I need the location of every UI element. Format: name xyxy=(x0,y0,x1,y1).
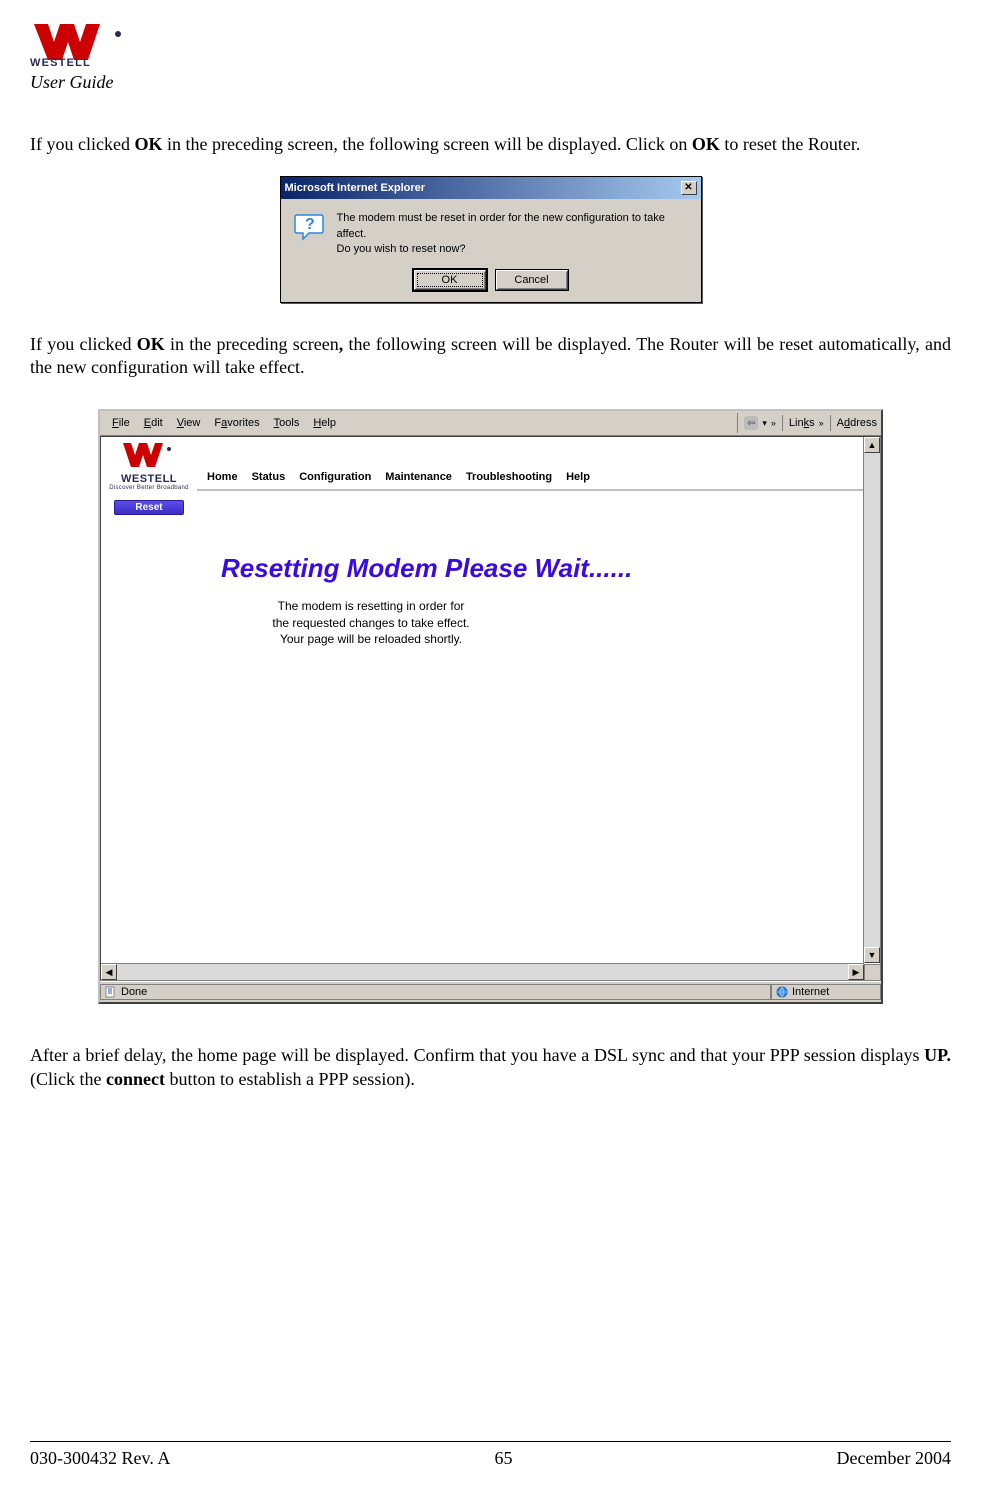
page-footer: 030-300432 Rev. A 65 December 2004 xyxy=(30,1433,951,1469)
text: If you clicked xyxy=(30,334,137,354)
browser-content-area: WESTELL Discover Better Broadband Reset … xyxy=(100,436,881,981)
toolbar-links-label[interactable]: Links xyxy=(789,417,815,429)
text: If you clicked xyxy=(30,134,134,154)
dialog-body: ? The modem must be reset in order for t… xyxy=(281,199,701,265)
footer-separator xyxy=(30,1441,951,1442)
westell-sidebar-logo xyxy=(101,441,197,471)
text: in the preceding screen xyxy=(165,334,339,354)
dropdown-icon[interactable]: ▾ xyxy=(762,419,767,428)
chevrons-icon[interactable]: » xyxy=(771,419,776,428)
text-bold: OK xyxy=(134,134,162,154)
browser-menubar: File Edit View Favorites Tools Help ⇦ ▾ … xyxy=(100,411,881,436)
toolbar-separator xyxy=(830,415,831,431)
page-icon xyxy=(105,986,117,998)
tab-help[interactable]: Help xyxy=(566,471,590,483)
text-bold: UP. xyxy=(924,1045,951,1065)
scroll-right-icon[interactable]: ▶ xyxy=(848,964,864,980)
dialog-titlebar: Microsoft Internet Explorer ✕ xyxy=(281,177,701,199)
body-paragraph-1: If you clicked OK in the preceding scree… xyxy=(30,133,951,156)
reset-msg-line1: The modem is resetting in order for xyxy=(278,599,465,613)
menubar-left: File Edit View Favorites Tools Help xyxy=(100,415,348,431)
reset-msg-line3: Your page will be reloaded shortly. xyxy=(280,632,462,646)
menu-help[interactable]: Help xyxy=(307,415,342,431)
tab-maintenance[interactable]: Maintenance xyxy=(385,471,452,483)
menu-tools[interactable]: Tools xyxy=(268,415,306,431)
text: After a brief delay, the home page will … xyxy=(30,1045,924,1065)
menu-edit[interactable]: Edit xyxy=(138,415,169,431)
sidebar-tagline: Discover Better Broadband xyxy=(101,485,197,491)
westell-brand-text: WESTELL xyxy=(30,57,91,68)
router-sidebar: WESTELL Discover Better Broadband Reset xyxy=(101,437,197,980)
statusbar-left-pane: Done xyxy=(100,984,771,1000)
vertical-scrollbar[interactable]: ▲ ▼ xyxy=(863,437,880,963)
text-bold: OK xyxy=(692,134,720,154)
toolbar-right: ⇦ ▾ » Links » Address xyxy=(737,413,881,433)
body-paragraph-2: If you clicked OK in the preceding scree… xyxy=(30,333,951,380)
question-icon: ? xyxy=(293,211,325,243)
dialog-container-1: Microsoft Internet Explorer ✕ ? The mode… xyxy=(30,176,951,302)
router-nav-tabs: Home Status Configuration Maintenance Tr… xyxy=(197,467,880,491)
ok-button[interactable]: OK xyxy=(414,270,486,290)
body-paragraph-3: After a brief delay, the home page will … xyxy=(30,1044,951,1091)
footer-date: December 2004 xyxy=(837,1448,951,1469)
browser-statusbar: Done Internet xyxy=(100,981,881,1002)
reset-message: The modem is resetting in order for the … xyxy=(197,598,521,647)
tab-home[interactable]: Home xyxy=(207,471,238,483)
scroll-left-icon[interactable]: ◀ xyxy=(101,964,117,980)
router-main-pane: Home Status Configuration Maintenance Tr… xyxy=(197,437,880,980)
text: to reset the Router. xyxy=(720,134,860,154)
browser-window: File Edit View Favorites Tools Help ⇦ ▾ … xyxy=(98,409,883,1004)
sidebar-brand-text: WESTELL xyxy=(101,473,197,485)
chevrons-icon[interactable]: » xyxy=(819,419,824,428)
tab-troubleshooting[interactable]: Troubleshooting xyxy=(466,471,552,483)
footer-page-number: 65 xyxy=(494,1448,512,1469)
browser-window-container: File Edit View Favorites Tools Help ⇦ ▾ … xyxy=(30,409,951,1004)
tab-configuration[interactable]: Configuration xyxy=(299,471,371,483)
statusbar-done-text: Done xyxy=(121,986,147,998)
toolbar-separator xyxy=(782,415,783,431)
text: in the preceding screen, the following s… xyxy=(162,134,691,154)
text: button to establish a PPP session). xyxy=(165,1069,415,1089)
text: (Click the xyxy=(30,1069,106,1089)
text-bold: connect xyxy=(106,1069,165,1089)
close-icon[interactable]: ✕ xyxy=(681,181,697,195)
statusbar-zone-text: Internet xyxy=(792,986,829,998)
cancel-button[interactable]: Cancel xyxy=(496,270,568,290)
tab-status[interactable]: Status xyxy=(252,471,286,483)
reset-msg-line2: the requested changes to take effect. xyxy=(272,616,469,630)
document-page: WESTELL User Guide If you clicked OK in … xyxy=(0,0,981,1493)
reset-heading: Resetting Modem Please Wait...... xyxy=(197,491,880,598)
scroll-up-icon[interactable]: ▲ xyxy=(864,437,880,453)
internet-zone-icon xyxy=(776,986,788,998)
scroll-corner xyxy=(864,964,880,980)
westell-header-logo: WESTELL xyxy=(30,20,951,68)
menu-favorites[interactable]: Favorites xyxy=(208,415,265,431)
text-bold: OK xyxy=(137,334,165,354)
dialog-message-line1: The modem must be reset in order for the… xyxy=(337,212,665,239)
ie-confirm-dialog: Microsoft Internet Explorer ✕ ? The mode… xyxy=(280,176,702,302)
toolbar-address-label[interactable]: Address xyxy=(837,417,877,429)
footer-doc-number: 030-300432 Rev. A xyxy=(30,1448,170,1469)
dialog-title: Microsoft Internet Explorer xyxy=(285,182,426,194)
statusbar-right-pane: Internet xyxy=(771,984,881,1000)
close-glyph: ✕ xyxy=(684,183,692,193)
menu-file[interactable]: File xyxy=(106,415,136,431)
user-guide-title: User Guide xyxy=(30,72,951,93)
dialog-message-line2: Do you wish to reset now? xyxy=(337,243,466,255)
dialog-button-row: OK Cancel xyxy=(281,266,701,302)
dialog-message: The modem must be reset in order for the… xyxy=(337,211,689,257)
horizontal-scrollbar[interactable]: ◀ ▶ xyxy=(101,963,864,980)
back-button-icon[interactable]: ⇦ xyxy=(744,416,758,430)
scroll-down-icon[interactable]: ▼ xyxy=(864,947,880,963)
sidebar-reset-button[interactable]: Reset xyxy=(114,500,183,515)
svg-text:?: ? xyxy=(305,216,315,233)
footer-row: 030-300432 Rev. A 65 December 2004 xyxy=(30,1448,951,1469)
menu-view[interactable]: View xyxy=(171,415,207,431)
